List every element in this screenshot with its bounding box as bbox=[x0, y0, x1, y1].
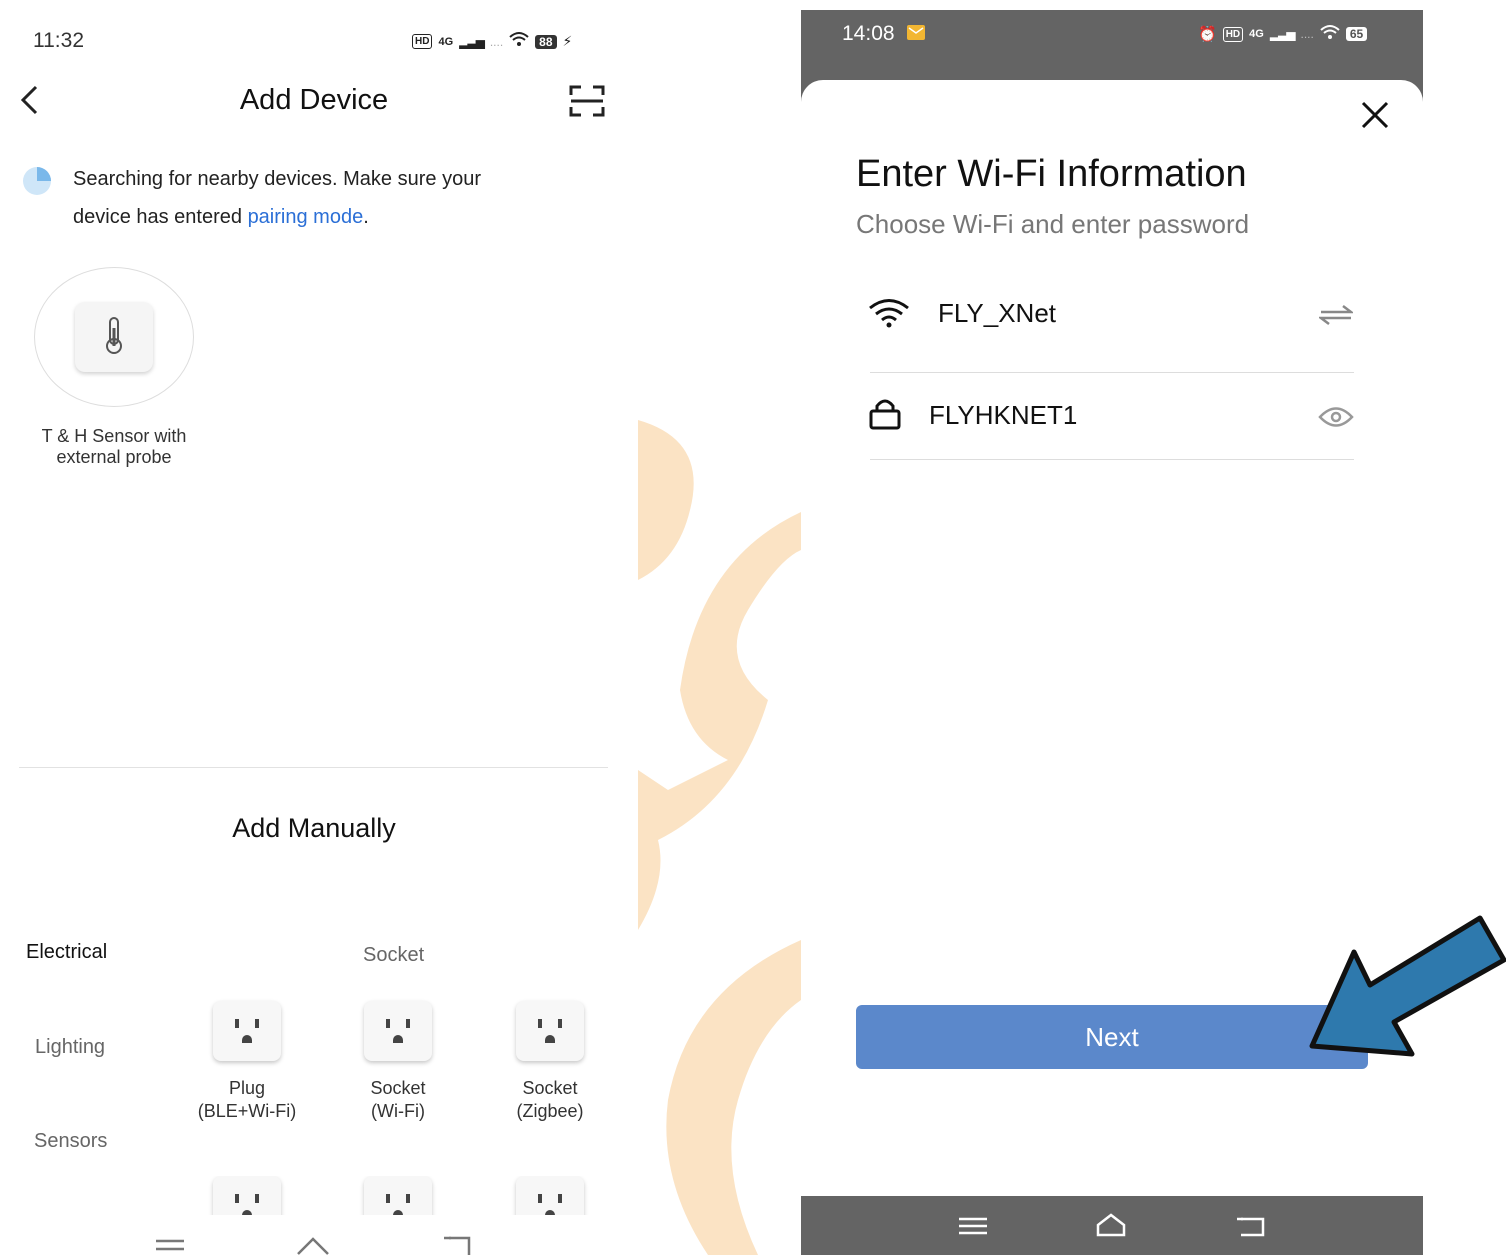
search-message-line2: device has entered pairing mode. bbox=[73, 198, 613, 236]
password-field[interactable]: FLYHKNET1 bbox=[929, 400, 1077, 431]
section-divider bbox=[19, 767, 608, 768]
close-icon[interactable] bbox=[1360, 100, 1390, 135]
wifi-icon bbox=[509, 31, 529, 52]
mail-notification-icon bbox=[907, 25, 925, 45]
search-message-suffix: . bbox=[363, 206, 369, 228]
alarm-icon: ⏰ bbox=[1198, 26, 1217, 43]
wifi-icon bbox=[1320, 24, 1340, 44]
wifi-icon bbox=[868, 298, 910, 333]
watermark-logo bbox=[638, 420, 801, 1255]
found-device-label-line1: T & H Sensor with bbox=[41, 426, 187, 446]
battery-icon: 88 bbox=[535, 34, 557, 49]
signal-2-icon: .... bbox=[489, 34, 504, 49]
signal-icon: ▂▃▅ bbox=[459, 34, 485, 49]
plug-ble-wifi-label: Plug (BLE+Wi-Fi) bbox=[177, 1077, 317, 1123]
searching-spinner-icon bbox=[21, 166, 53, 201]
back-icon[interactable] bbox=[1235, 1216, 1265, 1243]
socket-wifi-tile[interactable] bbox=[364, 1001, 432, 1061]
socket-group-title: Socket bbox=[363, 944, 425, 966]
watermark-strip bbox=[628, 0, 801, 1255]
show-password-eye-icon[interactable] bbox=[1318, 406, 1354, 433]
socket-zigbee-tile[interactable] bbox=[516, 1001, 584, 1061]
home-icon[interactable] bbox=[296, 1236, 330, 1255]
plug-tile[interactable] bbox=[213, 1176, 281, 1215]
category-sensors[interactable]: Sensors bbox=[34, 1130, 107, 1153]
hd-icon: HD bbox=[1222, 26, 1244, 42]
device-grid-row-2 bbox=[0, 1176, 628, 1215]
menu-icon[interactable] bbox=[156, 1238, 186, 1255]
ssid-divider bbox=[870, 372, 1354, 373]
ssid-field[interactable]: FLY_XNet bbox=[938, 298, 1056, 329]
category-electrical[interactable]: Electrical bbox=[26, 941, 107, 964]
signal-2-icon: .... bbox=[1300, 27, 1314, 41]
signal-icon: ▂▃▅ bbox=[1269, 27, 1296, 41]
page-title: Add Device bbox=[239, 84, 389, 116]
plug-ble-wifi-label-line2: (BLE+Wi-Fi) bbox=[197, 1101, 297, 1121]
socket-zigbee-label: Socket (Zigbee) bbox=[480, 1077, 620, 1123]
status-time: 14:08 bbox=[842, 22, 895, 45]
thermometer-device-icon bbox=[75, 302, 153, 372]
next-button[interactable]: Next bbox=[856, 1005, 1368, 1069]
lock-icon bbox=[868, 398, 902, 435]
pairing-mode-link[interactable]: pairing mode bbox=[248, 206, 364, 228]
category-lighting[interactable]: Lighting bbox=[35, 1036, 105, 1059]
socket-wifi-label-line1: Socket bbox=[370, 1078, 426, 1098]
found-device-label: T & H Sensor with external probe bbox=[14, 426, 214, 468]
charging-icon: ⚡ bbox=[562, 33, 573, 49]
network-icon: 4G bbox=[438, 35, 454, 48]
switch-network-icon[interactable] bbox=[1317, 304, 1355, 331]
battery-icon: 65 bbox=[1345, 27, 1368, 41]
plug-tile[interactable] bbox=[364, 1176, 432, 1215]
annotation-arrow-icon bbox=[1309, 915, 1506, 1057]
plug-tile[interactable] bbox=[516, 1176, 584, 1215]
status-time: 11:32 bbox=[33, 29, 84, 52]
back-icon[interactable] bbox=[441, 1236, 473, 1255]
wifi-subtitle: Choose Wi-Fi and enter password bbox=[856, 209, 1250, 239]
plug-ble-wifi-label-line1: Plug bbox=[228, 1078, 266, 1098]
scan-icon[interactable] bbox=[569, 85, 605, 122]
nav-bar bbox=[801, 1196, 1423, 1255]
socket-wifi-label-line2: (Wi-Fi) bbox=[371, 1101, 425, 1121]
wifi-title: Enter Wi-Fi Information bbox=[856, 153, 1247, 195]
hd-icon: HD bbox=[412, 34, 433, 49]
socket-zigbee-label-line1: Socket bbox=[522, 1078, 578, 1098]
network-icon: 4G bbox=[1249, 28, 1264, 40]
password-divider bbox=[870, 459, 1354, 460]
socket-zigbee-label-line2: (Zigbee) bbox=[516, 1101, 584, 1121]
search-message: Searching for nearby devices. Make sure … bbox=[73, 160, 613, 236]
search-message-prefix: device has entered bbox=[73, 206, 248, 228]
status-icons: ⏰ HD 4G ▂▃▅ .... 65 bbox=[1198, 24, 1368, 44]
status-icons: HD 4G ▂▃▅ .... 88 ⚡ bbox=[412, 31, 572, 52]
menu-icon[interactable] bbox=[959, 1217, 987, 1240]
search-message-line1: Searching for nearby devices. Make sure … bbox=[73, 168, 481, 190]
home-icon[interactable] bbox=[1095, 1213, 1127, 1242]
add-device-screen: 11:32 HD 4G ▂▃▅ .... 88 ⚡ Add Device Sea… bbox=[0, 0, 628, 1255]
plug-ble-wifi-tile[interactable] bbox=[213, 1001, 281, 1061]
socket-wifi-label: Socket (Wi-Fi) bbox=[328, 1077, 468, 1123]
add-manually-title: Add Manually bbox=[232, 813, 396, 843]
found-device-label-line2: external probe bbox=[56, 447, 172, 467]
